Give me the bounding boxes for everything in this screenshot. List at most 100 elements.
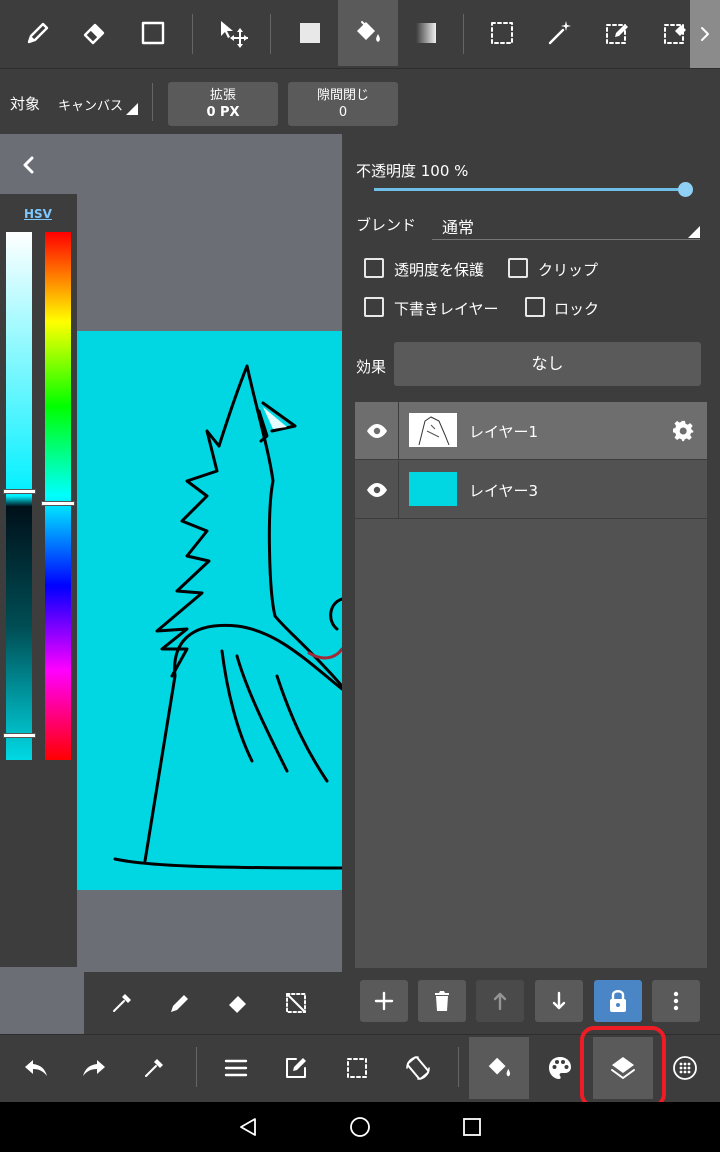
clip-label: クリップ	[538, 261, 599, 279]
effect-button[interactable]: なし	[394, 342, 701, 386]
brush-eraser-button[interactable]	[214, 980, 262, 1026]
gap-close-button[interactable]: 隙間閉じ 0	[288, 82, 398, 126]
edit-icon	[286, 1058, 306, 1078]
effect-label: 効果	[356, 358, 387, 376]
fill-square-icon	[300, 23, 320, 43]
layer-row-1[interactable]: レイヤー1	[355, 402, 707, 460]
protect-alpha-checkbox[interactable]	[364, 258, 384, 278]
lock-layer-button[interactable]	[594, 980, 642, 1022]
tool-eraser-button[interactable]	[65, 0, 125, 66]
dropdown-corner-icon	[126, 103, 138, 115]
tool-gradient-button[interactable]	[396, 0, 456, 66]
brush-eyedropper-button[interactable]	[98, 980, 146, 1026]
deselect-icon	[286, 993, 306, 1013]
layer-thumbnail	[409, 413, 457, 447]
opacity-slider-thumb[interactable]	[678, 182, 693, 197]
dropdown-corner-icon	[688, 226, 700, 238]
eyedropper-button[interactable]	[124, 1037, 184, 1099]
protect-alpha-label: 透明度を保護	[394, 261, 485, 279]
redo-button[interactable]	[64, 1037, 124, 1099]
eraser-icon	[83, 23, 105, 45]
move-up-icon	[493, 992, 507, 1011]
toolbar-more-button[interactable]	[690, 0, 720, 68]
tool-options-bar: 対象 キャンバス 拡張 0 PX 隙間閉じ 0	[0, 68, 720, 134]
tool-rectangle-button[interactable]	[123, 0, 183, 66]
tool-fill-square-button[interactable]	[280, 0, 340, 66]
target-select[interactable]: キャンバス	[56, 89, 140, 117]
layer-menu-button[interactable]	[652, 980, 700, 1022]
tool-pen-button[interactable]	[8, 0, 68, 66]
select-eraser-icon	[664, 24, 686, 44]
brush-tools-bar	[84, 972, 342, 1034]
move-layer-up-button[interactable]	[476, 980, 524, 1022]
toolbar-divider	[463, 14, 464, 54]
collapse-panel-button[interactable]	[18, 154, 40, 176]
bucket-icon	[357, 21, 380, 42]
tool-select-pen-button[interactable]	[587, 0, 647, 66]
hue-slider-handle[interactable]	[41, 501, 75, 506]
selection-button[interactable]	[327, 1037, 387, 1099]
lock-label: ロック	[554, 300, 600, 318]
fill-tool-button[interactable]	[469, 1037, 529, 1099]
main-menu-button[interactable]	[206, 1037, 266, 1099]
recents-button[interactable]	[452, 1112, 492, 1142]
expand-button[interactable]: 拡張 0 PX	[168, 82, 278, 126]
color-mode-tab[interactable]: HSV	[24, 207, 52, 221]
rotate-icon	[406, 1056, 430, 1080]
system-nav-bar	[0, 1102, 720, 1152]
tool-select-rect-button[interactable]	[472, 0, 532, 66]
draft-layer-label: 下書きレイヤー	[394, 300, 499, 318]
back-button[interactable]	[228, 1112, 268, 1142]
value-slider[interactable]	[6, 232, 32, 760]
blend-select[interactable]: 通常	[432, 208, 700, 240]
undo-button[interactable]	[6, 1037, 66, 1099]
chevron-left-icon	[23, 156, 34, 174]
layer-row-3[interactable]: レイヤー3	[355, 461, 707, 519]
layer-name: レイヤー1	[469, 423, 539, 441]
more-vertical-icon	[673, 991, 679, 1011]
delete-layer-button[interactable]	[418, 980, 466, 1022]
clip-checkbox[interactable]	[508, 258, 528, 278]
magic-wand-icon	[548, 21, 571, 45]
redo-icon	[83, 1060, 105, 1076]
move-down-icon	[552, 991, 566, 1010]
brush-deselect-button[interactable]	[272, 980, 320, 1026]
bucket-icon	[488, 1057, 511, 1077]
bottom-divider	[458, 1047, 459, 1087]
brush-pen-button[interactable]	[156, 980, 204, 1026]
opacity-slider-track[interactable]	[374, 188, 686, 191]
target-value: キャンバス	[58, 99, 124, 114]
edit-button[interactable]	[266, 1037, 326, 1099]
visibility-toggle[interactable]	[355, 461, 399, 519]
home-button[interactable]	[340, 1112, 380, 1142]
blend-value: 通常	[442, 218, 475, 237]
expand-value: 0 PX	[206, 105, 240, 120]
rectangle-icon	[141, 21, 165, 45]
selection-icon	[347, 1058, 367, 1078]
home-circle-icon	[350, 1117, 370, 1137]
artboard[interactable]	[77, 331, 342, 890]
layer-list: レイヤー1 レイヤー3	[355, 402, 707, 968]
tool-move-button[interactable]	[203, 0, 263, 66]
lock-checkbox[interactable]	[525, 297, 545, 317]
move-layer-down-button[interactable]	[535, 980, 583, 1022]
chevron-right-icon	[701, 27, 709, 41]
value-slider-handle[interactable]	[3, 489, 36, 494]
top-toolbar	[0, 0, 720, 68]
rotate-canvas-button[interactable]	[388, 1037, 448, 1099]
opacity-label: 不透明度 100 %	[356, 162, 469, 180]
saturation-slider-handle[interactable]	[3, 733, 36, 738]
gear-icon[interactable]	[673, 420, 695, 442]
draft-layer-checkbox[interactable]	[364, 297, 384, 317]
tool-magic-wand-button[interactable]	[530, 0, 590, 66]
target-label: 対象	[10, 95, 41, 113]
tool-bucket-button[interactable]	[338, 0, 398, 66]
gap-close-label: 隙間閉じ	[316, 88, 369, 103]
color-picker-panel: HSV	[0, 194, 77, 967]
add-icon	[374, 991, 394, 1011]
visibility-toggle[interactable]	[355, 402, 399, 460]
gap-close-value: 0	[338, 105, 348, 120]
add-layer-button[interactable]	[360, 980, 408, 1022]
hue-slider[interactable]	[45, 232, 71, 760]
bottom-divider	[196, 1047, 197, 1087]
